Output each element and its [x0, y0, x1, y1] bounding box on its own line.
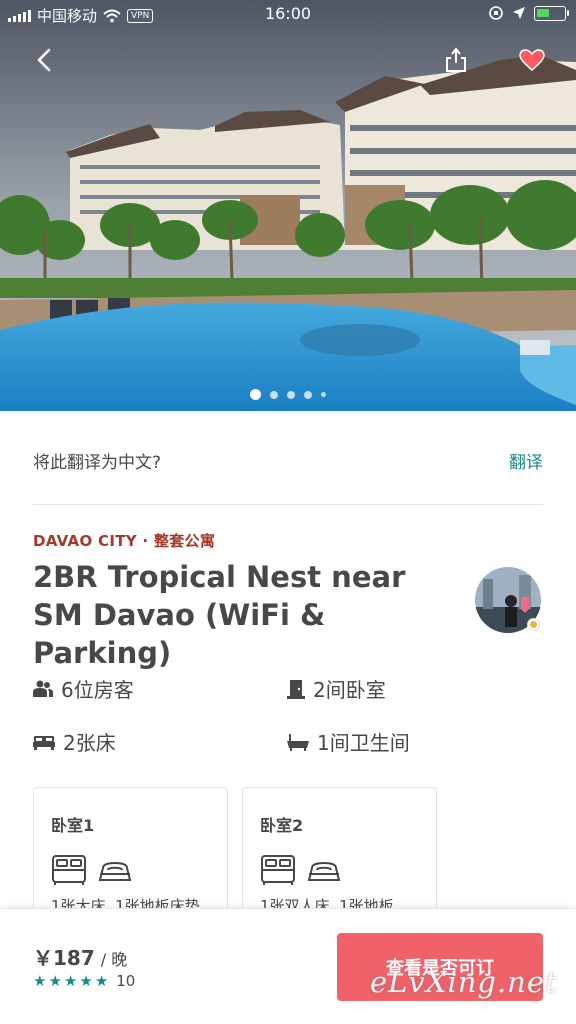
- bedrooms-label: 2间卧室: [313, 678, 386, 702]
- photo-pager[interactable]: [0, 389, 576, 400]
- price-unit: / 晚: [100, 950, 128, 969]
- amenity-guests: 6位房客: [33, 674, 134, 703]
- star-icon: ★: [94, 972, 109, 990]
- star-icon: ★: [48, 972, 62, 990]
- heart-icon: [519, 49, 545, 71]
- price-amount: ￥187: [33, 946, 95, 970]
- star-icon: ★: [33, 972, 47, 990]
- share-icon: [446, 47, 466, 72]
- pager-dot[interactable]: [304, 390, 312, 399]
- beds-label: 2张床: [63, 731, 116, 755]
- location-arrow-icon: [513, 7, 525, 19]
- bedroom-card-2[interactable]: 卧室2 1张双人床, 1张地板: [242, 787, 437, 927]
- floor-mattress-icon: [307, 861, 341, 881]
- double-bed-icon: [261, 855, 295, 885]
- pager-dot[interactable]: [270, 390, 278, 399]
- bedroom-name: 卧室1: [51, 816, 95, 835]
- chevron-left-icon: [37, 48, 51, 72]
- bedroom-name: 卧室2: [260, 816, 304, 835]
- amenity-beds: 2张床: [33, 727, 116, 756]
- listing-title: 2BR Tropical Nest near SM Davao (WiFi & …: [33, 560, 406, 670]
- booking-bar: ￥187 / 晚 ★ ★ ★ ★ ★ 10 查看是否可订: [0, 908, 576, 1024]
- star-icon: ★: [63, 972, 78, 990]
- bathtub-icon: [287, 733, 309, 751]
- pager-dot[interactable]: [287, 390, 295, 399]
- double-bed-icon: [52, 855, 86, 885]
- translate-row: 将此翻译为中文? 翻译: [33, 445, 543, 475]
- rating[interactable]: ★ ★ ★ ★ ★ 10: [33, 972, 135, 990]
- star-icon: ★: [79, 972, 93, 990]
- bedroom-card-1[interactable]: 卧室1 1张大床, 1张地板床垫: [33, 787, 228, 927]
- guests-icon: [33, 680, 53, 697]
- hero-photo[interactable]: 中国移动 VPN 16:00: [0, 0, 576, 411]
- door-icon: [287, 679, 305, 699]
- orientation-lock-icon: [489, 6, 503, 20]
- battery-icon: [534, 5, 569, 21]
- check-availability-button[interactable]: 查看是否可订: [337, 933, 543, 1001]
- pager-dot[interactable]: [321, 392, 326, 397]
- listing-location: DAVAO CITY · 整套公寓: [33, 532, 216, 550]
- superhost-badge: [527, 618, 540, 631]
- pool-resort-photo: [0, 0, 576, 411]
- back-button[interactable]: [24, 40, 64, 80]
- pager-dot[interactable]: [250, 389, 261, 400]
- share-button[interactable]: [436, 40, 476, 80]
- favorite-button[interactable]: [512, 40, 552, 80]
- bed-icon: [33, 735, 55, 750]
- floor-mattress-icon: [98, 861, 132, 881]
- baths-label: 1间卫生间: [317, 731, 410, 755]
- amenity-bedrooms: 2间卧室: [287, 674, 386, 703]
- divider: [33, 504, 543, 505]
- amenity-baths: 1间卫生间: [287, 727, 410, 756]
- translate-prompt: 将此翻译为中文?: [33, 452, 162, 473]
- status-bar: 中国移动 VPN 16:00: [0, 0, 576, 30]
- translate-button[interactable]: 翻译: [509, 448, 543, 473]
- guests-label: 6位房客: [61, 678, 134, 702]
- price: ￥187 / 晚: [33, 942, 127, 971]
- review-count: 10: [116, 972, 136, 990]
